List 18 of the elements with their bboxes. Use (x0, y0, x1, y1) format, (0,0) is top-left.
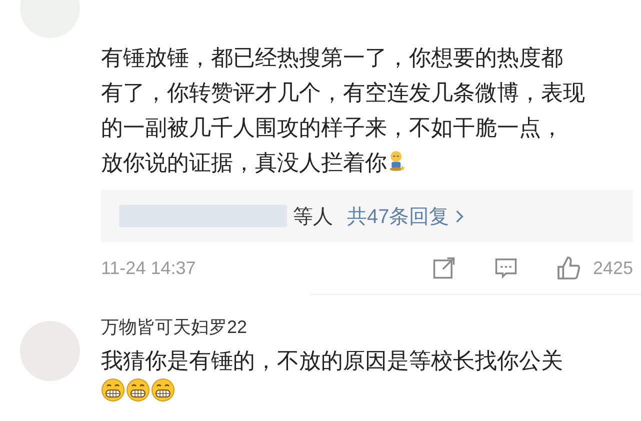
replies-text: 等人 (293, 204, 333, 230)
thumbs-up-icon[interactable] (554, 254, 583, 282)
sitting-figure-icon (388, 150, 406, 172)
chevron-right-icon (455, 208, 464, 224)
replies-link[interactable]: 共47条回复 (347, 202, 450, 230)
comment-text: 的一副被几千人围攻的样子来，不如干脆一点， (101, 115, 563, 140)
username[interactable]: 万物皆可天妇罗22 (101, 315, 633, 339)
share-icon[interactable] (430, 255, 457, 281)
like-count: 2425 (592, 258, 633, 278)
grinning-face-icon (101, 378, 125, 402)
timestamp: 11-24 14:37 (101, 258, 196, 278)
comment-text: 我猜你是有锤的，不放的原因是等校长找你公关 (101, 348, 563, 373)
replies-preview[interactable]: 等人 共47条回复 (101, 190, 633, 242)
comment-text: 有锤放锤，都已经热搜第一了，你想要的热度都 (101, 45, 563, 70)
grinning-face-icon (126, 378, 150, 402)
comment-text: 有了，你转赞评才几个，有空连发几条微博，表现 (101, 80, 585, 105)
grinning-face-icon (151, 378, 175, 402)
comment-text: 放你说的证据，真没人拦着你 (101, 150, 387, 175)
